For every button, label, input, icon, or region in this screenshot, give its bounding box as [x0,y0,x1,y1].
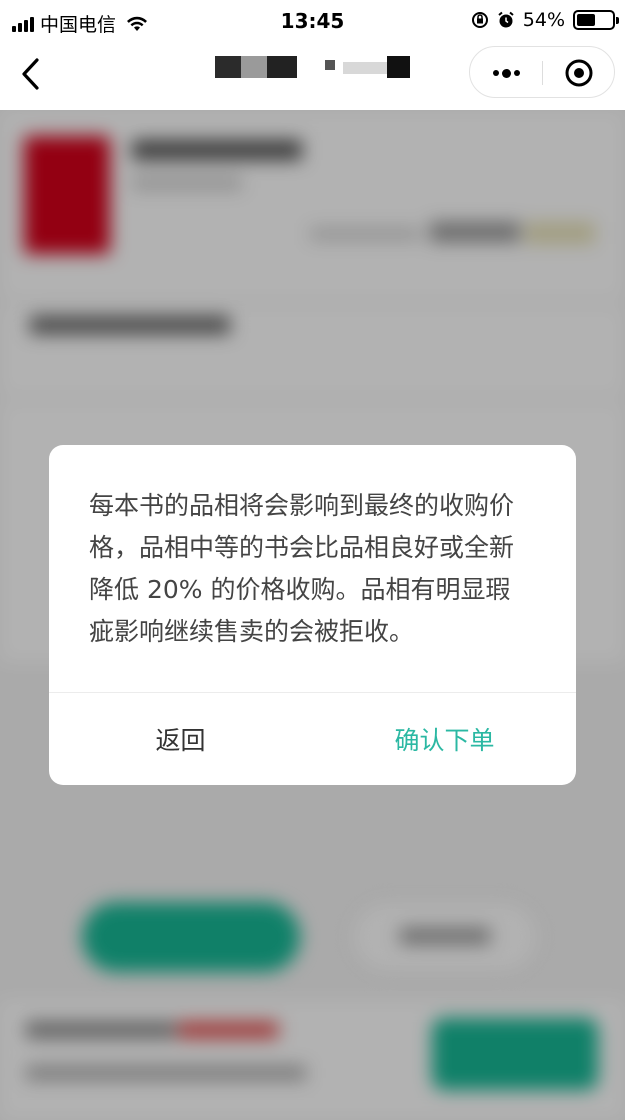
battery-percent: 54% [522,9,565,31]
back-button[interactable] [14,56,46,92]
page-title-redacted [215,56,410,78]
battery-icon [573,10,619,30]
orientation-lock-icon [471,12,488,28]
mini-program-capsule [469,46,615,98]
dialog-message: 每本书的品相将会影响到最终的收购价格，品相中等的书会比品相良好或全新降低 20%… [89,491,515,646]
target-close-icon[interactable] [543,47,615,99]
more-dots-icon[interactable] [470,47,542,99]
chevron-left-icon [22,58,39,90]
status-bar: 中国电信 13:45 54% [0,0,625,42]
back-button-dialog[interactable]: 返回 [49,693,312,785]
nav-bar [0,42,625,110]
confirm-dialog: 每本书的品相将会影响到最终的收购价格，品相中等的书会比品相良好或全新降低 20%… [49,445,576,785]
battery-level-fill [577,14,596,26]
status-right: 54% [471,9,619,31]
alarm-icon [498,11,514,28]
confirm-order-button[interactable]: 确认下单 [313,693,576,785]
